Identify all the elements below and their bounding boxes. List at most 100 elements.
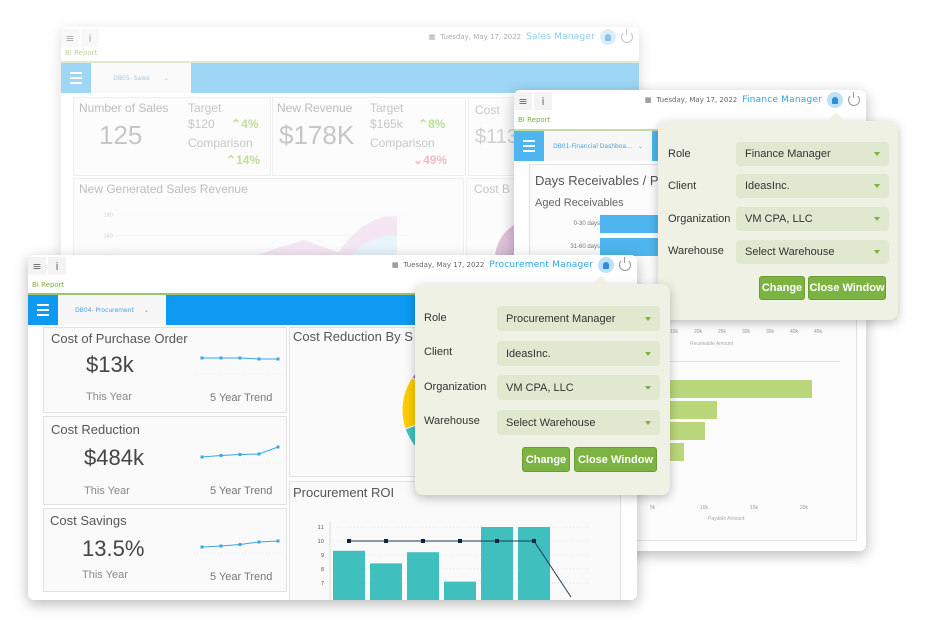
y-tick-label: 10 (318, 539, 324, 545)
calendar-icon: ▦ (391, 261, 399, 269)
power-icon[interactable] (621, 29, 633, 43)
dashboard-select-label: DB01-Financial Dashboa... (553, 142, 632, 150)
menu-button[interactable] (514, 131, 544, 161)
role-name[interactable]: Finance Manager (742, 95, 822, 105)
top-bar: ≡ i ▦ Tuesday, May 17, 2022 Sales Manage… (61, 27, 639, 49)
target-label: Target (188, 101, 222, 115)
menu-button[interactable] (28, 295, 58, 325)
roi-bar (444, 581, 476, 600)
x-tick-label: 40k (790, 329, 799, 335)
chevron-down-icon (874, 184, 880, 188)
target-label: Target (370, 101, 404, 115)
kpi-title: Number of Sales (79, 101, 169, 115)
trend-point (219, 356, 223, 360)
role-name[interactable]: Procurement Manager (489, 260, 593, 270)
client-select[interactable]: IdeasInc. (736, 174, 889, 198)
payable-x-axis: 5k 10k 15k 20k (650, 505, 850, 515)
date-text: Tuesday, May 17, 2022 (440, 33, 522, 41)
chevron-down-icon (874, 217, 880, 221)
trend-point (257, 452, 261, 456)
this-year-label: This Year (84, 485, 130, 497)
kpi-card-number-of-sales: Number of Sales 125 Target $120 ⌃4% Comp… (73, 97, 271, 176)
kpi-value: 125 (99, 120, 143, 150)
warehouse-select[interactable]: Select Warehouse (497, 410, 660, 435)
role-name[interactable]: Sales Manager (526, 32, 595, 42)
power-icon[interactable] (848, 92, 860, 106)
info-icon[interactable]: i (81, 29, 99, 47)
close-window-button[interactable]: Close Window (574, 447, 657, 472)
this-year-label: This Year (82, 569, 128, 581)
hamburger-icon[interactable]: ≡ (61, 29, 79, 47)
organization-label: Organization (668, 213, 731, 225)
organization-select[interactable]: VM CPA, LLC (736, 207, 889, 231)
chart-title: New Generated Sales Revenue (79, 182, 248, 196)
trend-point (238, 543, 242, 546)
organization-select[interactable]: VM CPA, LLC (497, 375, 660, 400)
kpi-card-cost-savings: Cost Savings 13.5% This Year 5 Year Tren… (43, 508, 287, 592)
y-tick-label: 9 (321, 553, 324, 559)
power-icon[interactable] (619, 257, 631, 271)
chevron-down-icon: ⌄ (163, 74, 169, 82)
y-tick-label: 8 (321, 567, 324, 573)
dashboard-select-label: DB05- Sales (113, 74, 150, 82)
kpi-title: Cost of Purchase Order (51, 331, 188, 346)
calendar-icon: ▦ (644, 96, 652, 104)
top-bar: ≡ i ▦ Tuesday, May 17, 2022 Procurement … (28, 255, 637, 277)
hamburger-icon[interactable]: ≡ (514, 92, 532, 110)
change-button[interactable]: Change (759, 276, 805, 300)
kpi-value: $113 (475, 126, 519, 148)
warehouse-select[interactable]: Select Warehouse (736, 240, 889, 264)
roi-bar (333, 550, 365, 600)
comparison-label: Comparison (370, 136, 435, 150)
client-select[interactable]: IdeasInc. (497, 341, 660, 366)
comparison-label: Comparison (188, 136, 253, 150)
finance-role-popup: Role Finance Manager Client IdeasInc. Or… (658, 112, 898, 320)
target-change: ⌃8% (418, 117, 446, 131)
target-value: $165k (370, 117, 403, 131)
dashboard-select[interactable]: DB01-Financial Dashboa... ⌄ (544, 131, 652, 161)
role-select[interactable]: Procurement Manager (497, 306, 660, 331)
roi-point (532, 539, 536, 543)
info-icon[interactable]: i (48, 257, 66, 275)
hamburger-icon[interactable]: ≡ (28, 257, 46, 275)
change-button[interactable]: Change (522, 447, 570, 472)
x-tick-label: 5k (650, 505, 656, 511)
close-window-button[interactable]: Close Window (808, 276, 886, 300)
user-avatar-icon[interactable] (598, 257, 614, 273)
app-label: BI Report (65, 49, 98, 57)
trend-label: 5 Year Trend (210, 485, 273, 497)
x-tick-label: 10k (700, 505, 709, 511)
x-tick-label: 35k (766, 329, 775, 335)
target-change: ⌃4% (231, 117, 259, 131)
y-tick-label: 180 (103, 212, 113, 218)
trend-point (257, 540, 261, 544)
role-select[interactable]: Finance Manager (736, 142, 889, 166)
divider (670, 361, 840, 362)
receivable-bar (600, 238, 660, 256)
chevron-down-icon: ⌄ (637, 142, 643, 150)
chevron-down-icon (645, 385, 651, 390)
client-label: Client (424, 346, 453, 358)
chevron-down-icon (645, 351, 651, 356)
chevron-down-icon (874, 250, 880, 254)
info-icon[interactable]: i (534, 92, 552, 110)
receivable-bar (600, 215, 660, 233)
chart-title: Cost Reduction By S (293, 329, 413, 344)
chevron-down-icon (645, 316, 651, 321)
roi-point (384, 539, 388, 543)
y-tick-label: 11 (318, 525, 324, 531)
sparkline (194, 445, 282, 464)
dashboard-select-label: DB04- Procurement (75, 306, 134, 314)
dashboard-select[interactable]: DB05- Sales ⌄ (91, 63, 191, 93)
menu-button[interactable] (61, 63, 91, 93)
dashboard-select[interactable]: DB04- Procurement ⌄ (58, 295, 166, 325)
kpi-value: 13.5% (82, 536, 145, 561)
user-avatar-icon[interactable] (600, 29, 616, 45)
roi-point (421, 539, 425, 543)
receivable-x-axis: 15k 20k 25k 30k 35k 40k 45k (670, 329, 840, 339)
user-avatar-icon[interactable] (827, 92, 843, 108)
trend-point (238, 356, 242, 360)
target-value: $120 (188, 117, 215, 131)
role-label: Role (424, 312, 447, 324)
x-tick-label: 15k (670, 329, 679, 335)
